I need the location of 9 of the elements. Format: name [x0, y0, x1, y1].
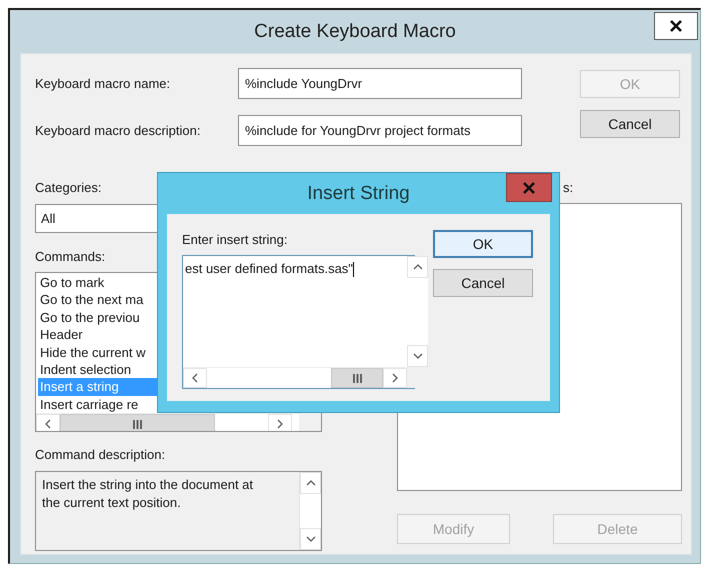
commands-label: Commands: — [35, 249, 106, 266]
command-description: Insert the string into the document at the current text position. — [41, 476, 254, 512]
field-label: Keyboard macro name: — [35, 76, 172, 91]
list-label: s: — [563, 180, 574, 197]
insert-string-label: Enter insert string: — [182, 232, 288, 249]
description-label: Command description: — [35, 447, 166, 464]
dialog-title: Insert String — [307, 182, 410, 204]
field-label: Keyboard macro description: — [35, 123, 202, 138]
window-title: Create Keyboard Macro — [254, 20, 456, 42]
